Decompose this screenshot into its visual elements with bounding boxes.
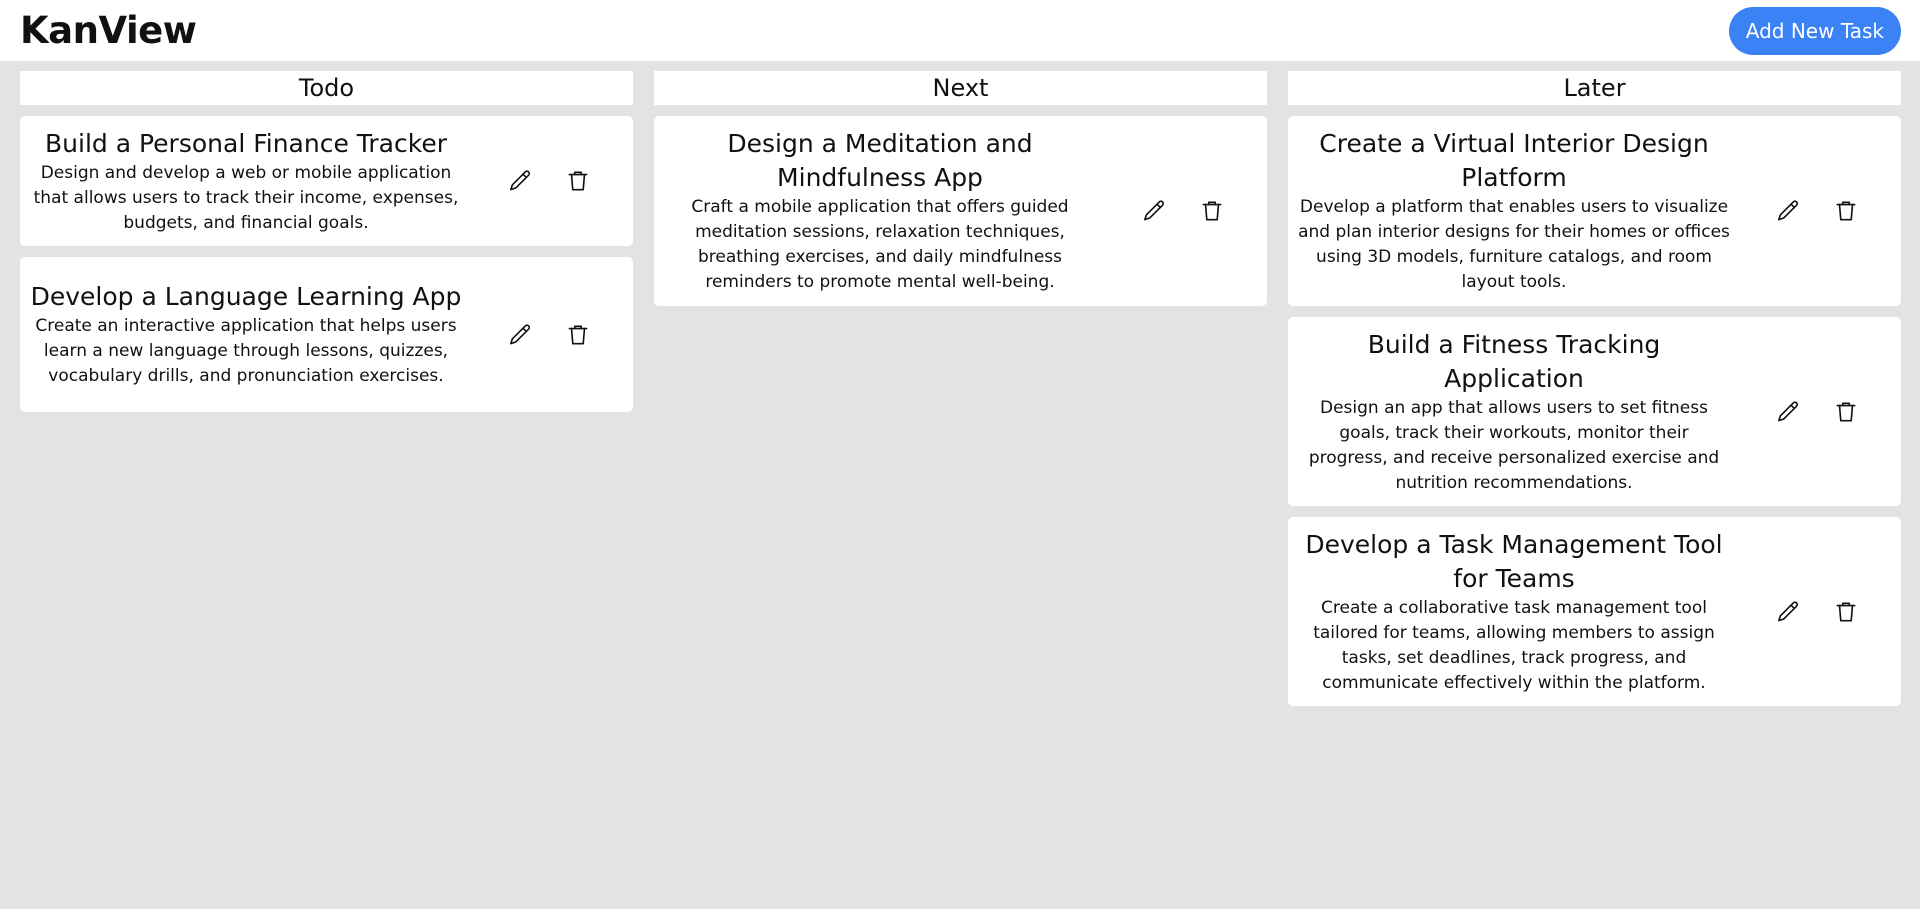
edit-button[interactable] [1774, 197, 1802, 225]
task-title: Build a Fitness Tracking Application [1367, 329, 1661, 393]
column-todo: Todo Build a Personal Finance Tracker De… [20, 71, 633, 706]
column-header: Later [1288, 71, 1901, 105]
pencil-icon [1777, 400, 1798, 421]
task-description: Design an app that allows users to set f… [1308, 397, 1720, 493]
delete-button[interactable] [564, 321, 592, 349]
edit-button[interactable] [506, 167, 534, 195]
task-actions [1774, 197, 1860, 225]
task-content: Develop a Language Learning App Create a… [20, 280, 468, 389]
app-header: KanView Add New Task [0, 0, 1920, 61]
column-next: Next Design a Meditation and Mindfulness… [654, 71, 1267, 706]
pencil-icon [509, 170, 530, 191]
task-description: Create an interactive application that h… [35, 316, 457, 386]
column-header: Todo [20, 71, 633, 105]
task-card[interactable]: Build a Personal Finance Tracker Design … [20, 116, 633, 246]
column-later: Later Create a Virtual Interior Design P… [1288, 71, 1901, 706]
edit-button[interactable] [1140, 197, 1168, 225]
task-card[interactable]: Design a Meditation and Mindfulness App … [654, 116, 1267, 306]
task-title: Develop a Language Learning App [30, 282, 462, 311]
task-content: Build a Fitness Tracking Application Des… [1288, 328, 1736, 496]
task-title: Design a Meditation and Mindfulness App [727, 129, 1033, 192]
task-actions [1140, 197, 1226, 225]
task-title: Build a Personal Finance Tracker [45, 128, 447, 158]
task-content: Design a Meditation and Mindfulness App … [654, 127, 1102, 295]
task-card[interactable]: Build a Fitness Tracking Application Des… [1288, 317, 1901, 506]
task-description: Craft a mobile application that offers g… [691, 197, 1069, 292]
task-content: Build a Personal Finance Tracker Design … [20, 127, 468, 236]
task-content: Develop a Task Management Tool for Teams… [1288, 528, 1736, 696]
app-title: KanView [20, 9, 197, 52]
task-content: Create a Virtual Interior Design Platfor… [1288, 127, 1736, 295]
pencil-icon [1143, 200, 1164, 221]
card-list: Create a Virtual Interior Design Platfor… [1288, 116, 1901, 706]
trash-icon [568, 171, 588, 191]
trash-icon [1202, 201, 1222, 221]
edit-button[interactable] [506, 321, 534, 349]
delete-button[interactable] [1832, 398, 1860, 426]
pencil-icon [509, 323, 530, 344]
delete-button[interactable] [564, 167, 592, 195]
delete-button[interactable] [1832, 197, 1860, 225]
task-title: Develop a Task Management Tool for Teams [1305, 529, 1723, 593]
pencil-icon [1777, 200, 1798, 221]
edit-button[interactable] [1774, 598, 1802, 626]
task-title: Create a Virtual Interior Design Platfor… [1319, 129, 1709, 192]
task-card[interactable]: Develop a Task Management Tool for Teams… [1288, 517, 1901, 706]
delete-button[interactable] [1198, 197, 1226, 225]
delete-button[interactable] [1832, 598, 1860, 626]
trash-icon [1836, 402, 1856, 421]
task-card[interactable]: Create a Virtual Interior Design Platfor… [1288, 116, 1901, 306]
task-card[interactable]: Develop a Language Learning App Create a… [20, 257, 633, 412]
trash-icon [1836, 602, 1856, 621]
task-actions [1774, 398, 1860, 426]
task-description: Develop a platform that enables users to… [1298, 197, 1730, 292]
task-description: Design and develop a web or mobile appli… [33, 162, 459, 233]
card-list: Build a Personal Finance Tracker Design … [20, 116, 633, 412]
edit-button[interactable] [1774, 398, 1802, 426]
kanban-board: Todo Build a Personal Finance Tracker De… [20, 71, 1901, 706]
task-actions [506, 321, 592, 349]
column-header: Next [654, 71, 1267, 105]
add-new-task-button[interactable]: Add New Task [1728, 6, 1901, 55]
task-actions [506, 167, 592, 195]
card-list: Design a Meditation and Mindfulness App … [654, 116, 1267, 306]
pencil-icon [1777, 600, 1798, 621]
trash-icon [568, 325, 588, 344]
trash-icon [1836, 201, 1856, 221]
task-actions [1774, 598, 1860, 626]
task-description: Create a collaborative task management t… [1313, 597, 1715, 693]
